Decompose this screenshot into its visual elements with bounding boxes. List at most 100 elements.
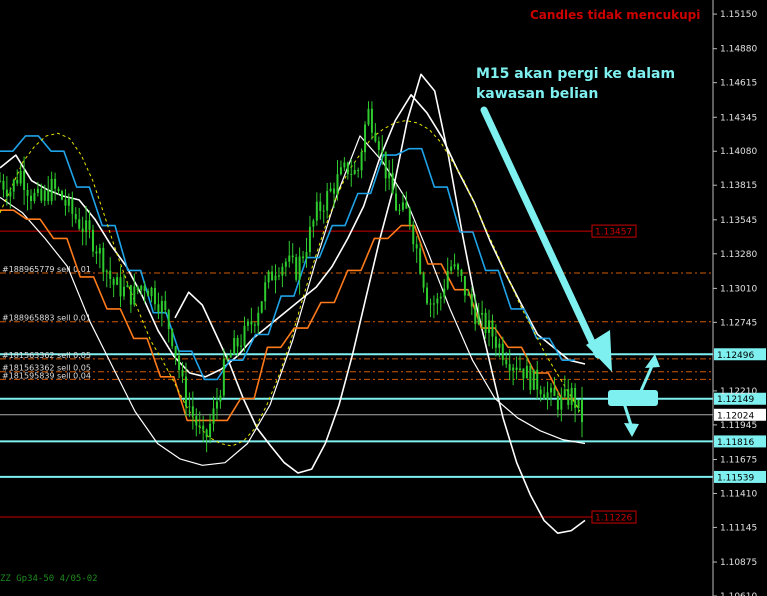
red-level-label: 1.13457 bbox=[595, 228, 632, 238]
level-price-label: 1.11816 bbox=[717, 438, 754, 448]
candle-body bbox=[481, 312, 484, 315]
candle-body bbox=[74, 213, 77, 220]
candle-body bbox=[140, 285, 143, 290]
candle-body bbox=[302, 256, 305, 259]
candle-body bbox=[5, 189, 8, 197]
candle-body bbox=[16, 179, 19, 184]
candle-body bbox=[563, 389, 566, 397]
candle-body bbox=[505, 359, 508, 365]
candle-body bbox=[322, 210, 325, 212]
candle-body bbox=[23, 170, 26, 190]
analysis-note-line-1: M15 akan pergi ke dalam bbox=[476, 66, 676, 82]
candle-body bbox=[260, 301, 263, 313]
candle-body bbox=[436, 298, 439, 304]
candle-body bbox=[85, 220, 88, 233]
candle-body bbox=[432, 303, 435, 305]
y-tick-label: 1.13280 bbox=[720, 250, 757, 260]
y-tick-label: 1.11145 bbox=[720, 523, 757, 533]
analysis-note-line-2: kawasan belian bbox=[476, 86, 599, 102]
candle-body bbox=[153, 287, 156, 305]
candle-body bbox=[515, 367, 518, 370]
candle-body bbox=[408, 208, 411, 225]
y-tick-label: 1.14345 bbox=[720, 113, 757, 123]
candle-body bbox=[312, 220, 315, 227]
candle-body bbox=[491, 320, 494, 337]
candle-body bbox=[315, 201, 318, 221]
y-tick-label: 1.12210 bbox=[720, 387, 757, 397]
candle-body bbox=[236, 337, 239, 347]
candle-body bbox=[91, 229, 94, 252]
candle-body bbox=[60, 191, 63, 200]
candle-body bbox=[319, 201, 322, 211]
candle-body bbox=[467, 293, 470, 296]
candle-body bbox=[253, 324, 256, 326]
y-tick-label: 1.11945 bbox=[720, 421, 757, 431]
candle-body bbox=[257, 312, 260, 326]
candle-body bbox=[133, 286, 136, 305]
candle-body bbox=[543, 394, 546, 399]
candle-body bbox=[346, 162, 349, 175]
candle-body bbox=[71, 198, 74, 214]
candle-body bbox=[488, 320, 491, 333]
candle-body bbox=[274, 275, 277, 281]
candle-body bbox=[47, 190, 50, 202]
candle-body bbox=[143, 285, 146, 291]
candle-body bbox=[308, 226, 311, 253]
candle-body bbox=[191, 406, 194, 416]
candle-body bbox=[556, 395, 559, 410]
analysis-note: M15 akan pergi ke dalam kawasan belian bbox=[476, 64, 675, 104]
candle-body bbox=[160, 300, 163, 313]
red-level-label: 1.11226 bbox=[595, 514, 632, 524]
y-tick-label: 1.11675 bbox=[720, 455, 757, 465]
candle-body bbox=[329, 188, 332, 192]
candle-body bbox=[129, 285, 132, 305]
candle-body bbox=[81, 228, 84, 233]
candle-body bbox=[136, 286, 139, 290]
candle-body bbox=[271, 271, 274, 281]
candle-body bbox=[57, 188, 60, 192]
candle-body bbox=[50, 178, 53, 202]
candle-body bbox=[567, 389, 570, 405]
candle-body bbox=[460, 269, 463, 276]
candle-body bbox=[26, 189, 29, 196]
y-tick-label: 1.14615 bbox=[720, 79, 757, 89]
candle-body bbox=[19, 170, 22, 184]
candle-body bbox=[295, 257, 298, 280]
candle-body bbox=[202, 425, 205, 430]
candle-body bbox=[529, 365, 532, 390]
candle-body bbox=[157, 304, 160, 313]
candle-body bbox=[370, 108, 373, 133]
y-tick-label: 1.11410 bbox=[720, 489, 757, 499]
candle-body bbox=[178, 355, 181, 370]
candle-body bbox=[333, 188, 336, 194]
chart-window: { "header": { "warning": "Candles tidak … bbox=[0, 0, 767, 596]
entry-zone-box[interactable] bbox=[608, 390, 658, 406]
candle-body bbox=[122, 286, 125, 297]
candle-body bbox=[109, 270, 112, 279]
candle-body bbox=[219, 395, 222, 402]
candle-body bbox=[43, 190, 46, 201]
candle-body bbox=[291, 255, 294, 258]
candle-body bbox=[240, 345, 243, 347]
candle-body bbox=[539, 389, 542, 395]
candle-body bbox=[164, 300, 167, 310]
candle-body bbox=[453, 264, 456, 267]
candle-body bbox=[233, 337, 236, 355]
candle-body bbox=[184, 376, 187, 407]
candle-body bbox=[78, 219, 81, 229]
candle-body bbox=[0, 180, 1, 182]
candle-body bbox=[181, 369, 184, 377]
candle-body bbox=[377, 141, 380, 150]
candle-body bbox=[401, 202, 404, 210]
candle-body bbox=[484, 312, 487, 333]
candle-body bbox=[126, 285, 129, 287]
candle-body bbox=[147, 290, 150, 297]
candle-body bbox=[470, 293, 473, 307]
candle-body bbox=[188, 406, 191, 408]
candle-body bbox=[415, 244, 418, 249]
candle-body bbox=[577, 399, 580, 409]
y-tick-label: 1.13010 bbox=[720, 284, 757, 294]
y-tick-label: 1.13815 bbox=[720, 181, 757, 191]
price-axis: 1.15150 1.14880 1.14615 1.14345 1.14080 1.138… bbox=[712, 0, 757, 596]
y-tick-label: 1.10610 bbox=[720, 592, 757, 596]
